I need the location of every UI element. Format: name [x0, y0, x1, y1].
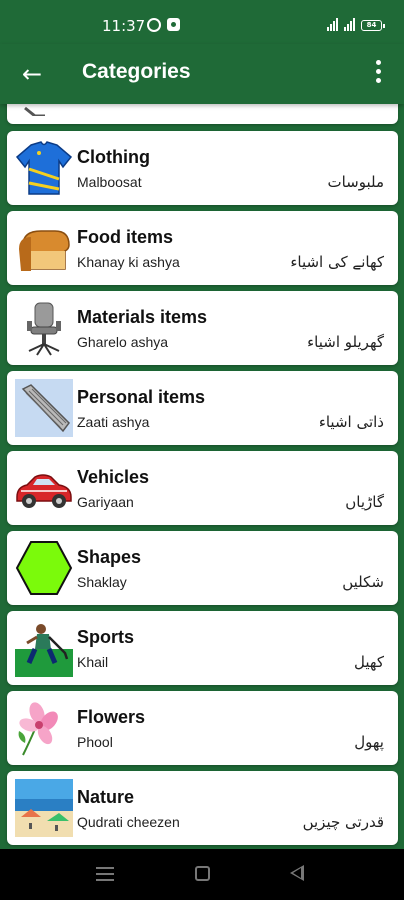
category-subtitle: Phool [77, 734, 113, 750]
list-item[interactable]: Sports Khail کھیل [7, 611, 398, 685]
status-time: 11:37 [102, 17, 146, 35]
list-item[interactable]: Clothing Malboosat ملبوسات [7, 131, 398, 205]
list-item[interactable]: Personal items Zaati ashya ذاتی اشیاء [7, 371, 398, 445]
status-bar: 11:37 84 [0, 0, 404, 44]
category-title: Food items [77, 227, 174, 247]
category-subtitle: Zaati ashya [77, 414, 150, 430]
app-bar: ← Categories [0, 44, 404, 104]
recent-apps-icon[interactable] [96, 867, 114, 881]
category-title: Clothing [77, 147, 150, 167]
partial-icon [24, 106, 45, 116]
category-urdu: شکلیں [342, 573, 384, 591]
category-title: Personal items [77, 387, 206, 407]
signal-icon [327, 18, 338, 31]
list-item[interactable]: Shapes Shaklay شکلیں [7, 531, 398, 605]
category-subtitle: Khail [77, 654, 109, 670]
category-subtitle: Qudrati cheezen [77, 814, 180, 830]
category-subtitle: Malboosat [77, 174, 142, 190]
list-item[interactable]: Nature Qudrati cheezen قدرتی چیزیں [7, 771, 398, 845]
list-item[interactable]: Materials items Gharelo ashya گھریلو اشی… [7, 291, 398, 365]
shirt-icon [15, 141, 73, 195]
more-vertical-icon[interactable] [372, 60, 384, 88]
category-list[interactable]: Clothing Malboosat ملبوسات Food items Kh… [0, 104, 404, 849]
category-subtitle: Gariyaan [77, 494, 134, 510]
home-icon[interactable] [195, 866, 210, 881]
category-urdu: ملبوسات [327, 173, 384, 191]
system-nav-bar [0, 849, 404, 900]
hexagon-icon [15, 541, 73, 595]
category-urdu: گھریلو اشیاء [307, 333, 384, 351]
list-item[interactable]: Food items Khanay ki ashya کھانے کی اشیا… [7, 211, 398, 285]
bread-icon [19, 230, 70, 271]
category-subtitle: Khanay ki ashya [77, 254, 180, 270]
category-urdu: قدرتی چیزیں [302, 813, 384, 831]
category-subtitle: Gharelo ashya [77, 334, 169, 350]
car-icon [16, 474, 72, 508]
category-urdu: کھانے کی اشیاء [290, 253, 384, 271]
category-urdu: پھول [354, 733, 384, 751]
notification-app-icon [167, 18, 180, 31]
list-item[interactable]: Flowers Phool پھول [7, 691, 398, 765]
flower-icon [18, 702, 58, 756]
arrow-left-icon[interactable]: ← [18, 60, 46, 88]
category-title: Vehicles [77, 467, 150, 487]
category-title: Materials items [77, 307, 208, 327]
hockey-player-icon [15, 619, 73, 677]
category-urdu: گاڑیاں [345, 493, 384, 511]
category-title: Nature [77, 787, 135, 807]
category-title: Sports [77, 627, 135, 647]
list-item[interactable]: Vehicles Gariyaan گاڑیاں [7, 451, 398, 525]
comb-icon [15, 379, 73, 437]
list-item[interactable] [7, 104, 398, 124]
back-triangle-icon[interactable] [290, 865, 304, 881]
category-title: Shapes [77, 547, 142, 567]
battery-icon: 84 [361, 20, 385, 31]
chair-icon [27, 302, 61, 356]
category-urdu: کھیل [354, 653, 384, 671]
category-subtitle: Shaklay [77, 574, 127, 590]
page-title: Categories [82, 60, 191, 83]
signal-icon [344, 18, 355, 31]
whatsapp-icon [147, 18, 161, 32]
beach-icon [15, 779, 73, 837]
category-urdu: ذاتی اشیاء [318, 413, 384, 431]
category-title: Flowers [77, 707, 146, 727]
